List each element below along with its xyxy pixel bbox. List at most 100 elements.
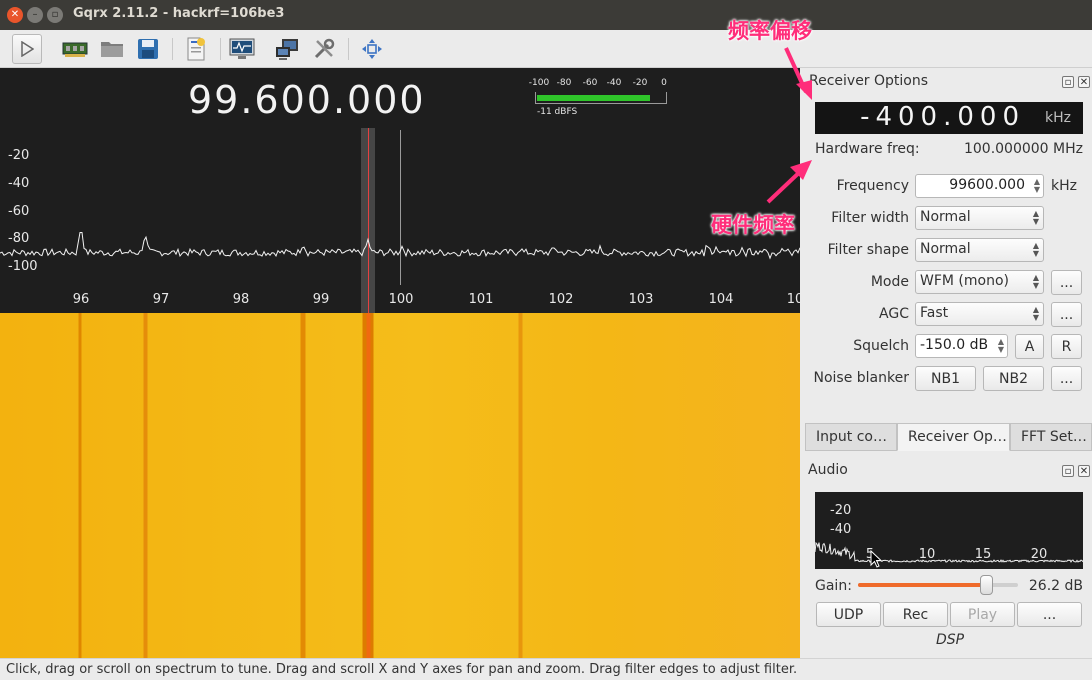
squelch-auto-button[interactable]: A [1015,334,1044,359]
combo-arrows-icon: ▲ ▼ [1032,209,1039,226]
tab-input-controls[interactable]: Input co… [805,423,897,451]
status-bar: Click, drag or scroll on spectrum to tun… [0,658,1092,680]
title-bar: ✕ – ▫ Gqrx 2.11.2 - hackrf=106be3 [0,0,1092,30]
minimize-icon: – [32,9,38,20]
tools-button[interactable] [309,34,339,64]
squelch-label: Squelch [853,338,909,354]
smeter-tick: -20 [632,78,648,88]
frequency-value: 99600.000 [949,177,1025,193]
nb1-toggle[interactable]: NB1 [915,366,976,391]
frequency-offset-display[interactable]: -400.000 kHz [815,102,1083,134]
frequency-display: 99.600.000 [188,78,426,122]
hardware-freq-label: Hardware freq: [815,141,920,157]
udp-button[interactable]: UDP [816,602,881,627]
smeter-tick: -80 [556,78,572,88]
audio-x-label: 20 [1030,547,1048,562]
filter-width-select[interactable]: Normal ▲ ▼ [915,206,1044,230]
open-settings-button[interactable] [97,34,127,64]
x-axis-label: 99 [312,292,330,307]
right-dock: Receiver Options ▫ ✕ -400.000 kHz Hardwa… [800,68,1092,658]
close-icon: ✕ [10,9,20,20]
tab-fft-settings[interactable]: FFT Set… [1010,423,1092,451]
y-axis-label: -100 [8,259,38,274]
offset-unit: kHz [1045,110,1071,126]
fullscreen-button[interactable] [357,34,387,64]
frequency-spinbox[interactable]: 99600.000 ▲ ▼ [915,174,1044,198]
offset-value: -400.000 [860,102,1025,132]
save-settings-button[interactable] [133,34,163,64]
network-button[interactable] [272,34,302,64]
smeter-tick: -60 [582,78,598,88]
y-axis-label: -40 [8,176,30,191]
frequency-unit: kHz [1051,178,1077,194]
x-axis-label: 101 [468,292,494,307]
hardware-freq-value: 100.000000 MHz [963,141,1083,157]
close-window-button[interactable]: ✕ [7,7,23,23]
mouse-cursor-icon [870,550,883,568]
noise-blanker-options-button[interactable]: ... [1051,366,1082,391]
mode-options-button[interactable]: ... [1051,270,1082,295]
spin-arrows-icon[interactable]: ▲ ▼ [1034,178,1040,194]
maximize-icon: ▫ [51,9,59,20]
mode-select[interactable]: WFM (mono) ▲ ▼ [915,270,1044,294]
hardware-icon [62,42,88,57]
mode-label: Mode [870,274,909,290]
gain-slider-handle[interactable] [980,575,993,595]
spin-arrows-icon[interactable]: ▲ ▼ [998,338,1004,354]
filter-shape-label: Filter shape [827,242,909,258]
record-button[interactable]: Rec [883,602,948,627]
y-axis-label: -80 [8,231,30,246]
window-title: Gqrx 2.11.2 - hackrf=106be3 [73,6,285,21]
minimize-window-button[interactable]: – [27,7,43,23]
audio-y-label: -40 [830,522,852,537]
x-axis-label: 10 [786,292,800,307]
y-axis-label: -60 [8,204,30,219]
start-dsp-button[interactable] [12,34,42,64]
receiver-options-title: Receiver Options [809,73,929,89]
filter-shape-select[interactable]: Normal ▲ ▼ [915,238,1044,262]
audio-title: Audio [808,462,848,478]
audio-y-label: -20 [830,503,852,518]
filter-shape-value: Normal [920,241,971,257]
close-panel-icon[interactable]: ✕ [1078,76,1090,88]
smeter-level-bar [537,95,650,101]
audio-fft-plot[interactable]: -20 -40 5 10 15 20 [815,492,1083,569]
annotation-offset: 频率偏移 [728,19,812,43]
combo-arrows-icon: ▲ ▼ [1032,305,1039,322]
play-button[interactable]: Play [950,602,1015,627]
agc-select[interactable]: Fast ▲ ▼ [915,302,1044,326]
toolbar [0,30,1092,68]
combo-arrows-icon: ▲ ▼ [1032,241,1039,258]
maximize-window-button[interactable]: ▫ [47,7,63,23]
x-axis-label: 104 [708,292,734,307]
play-icon [21,41,34,57]
waterfall-display[interactable] [0,313,800,658]
tab-receiver-options[interactable]: Receiver Op… [897,423,1010,451]
float-panel-icon[interactable]: ▫ [1062,76,1074,88]
spectrum-plotter[interactable]: 99.600.000 -100 -80 -60 -40 -20 0 -11 dB… [0,68,800,313]
squelch-spinbox[interactable]: -150.0 dB ▲ ▼ [915,334,1008,358]
io-devices-button[interactable] [60,34,90,64]
dsp-label: DSP [936,632,965,648]
monitor-icon [229,38,255,59]
combo-arrows-icon: ▲ ▼ [1032,273,1039,290]
nb2-toggle[interactable]: NB2 [983,366,1044,391]
document-icon [187,37,205,61]
x-axis-label: 97 [152,292,170,307]
agc-options-button[interactable]: ... [1051,302,1082,327]
x-axis-label: 98 [232,292,250,307]
dock-tabbar: Input co… Receiver Op… FFT Set… [805,423,1092,451]
squelch-reset-button[interactable]: R [1051,334,1082,359]
smeter-tick: -40 [606,78,622,88]
float-panel-icon[interactable]: ▫ [1062,465,1074,477]
audio-options-button[interactable]: ... [1017,602,1082,627]
noise-blanker-label: Noise blanker [813,370,910,386]
frequency-label: Frequency [836,178,909,194]
dsp-monitor-button[interactable] [227,34,257,64]
y-axis-label: -20 [8,148,30,163]
signal-meter: -100 -80 -60 -40 -20 0 -11 dBFS [529,78,668,118]
x-axis-label: 96 [72,292,90,307]
gain-value: 26.2 dB [1028,578,1083,594]
close-panel-icon[interactable]: ✕ [1078,465,1090,477]
remote-settings-button[interactable] [181,34,211,64]
